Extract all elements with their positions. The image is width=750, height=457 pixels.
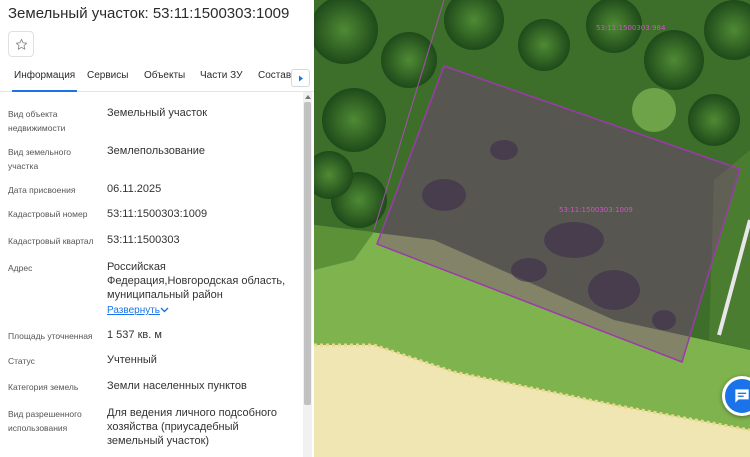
cadastral-number-label: Кадастровый номер (8, 209, 88, 219)
parcel-label: 53:11:1500303:1009 (559, 206, 633, 214)
status-label: Статус (8, 356, 35, 366)
tab-bar: Информация Сервисы Объекты Части ЗУ Сост… (0, 64, 314, 92)
area-value: 1 537 кв. м (107, 329, 162, 341)
neighbor-parcel-label: 53:11:1500303:984 (596, 24, 666, 32)
page-title: Земельный участок: 53:11:1500303:1009 (8, 5, 290, 22)
permitted-use-label: Вид разрешенного использования (8, 409, 82, 433)
assign-date-value: 06.11.2025 (107, 183, 162, 195)
caret-right-icon (298, 75, 303, 81)
category-value: Земли населенных пунктов (107, 380, 247, 392)
cadastral-block-label: Кадастровый квартал (8, 236, 94, 246)
category-label: Категория земель (8, 382, 79, 392)
object-type-value: Земельный участок (107, 107, 208, 119)
tab-composition[interactable]: Состав (258, 70, 291, 81)
land-type-value: Землепользование (107, 145, 206, 157)
assign-date-label: Дата присвоения (8, 185, 76, 195)
tab-info[interactable]: Информация (11, 70, 78, 92)
permitted-use-value: Для ведения личного подсобного хозяйства… (107, 407, 278, 447)
scroll-up-button[interactable] (303, 92, 312, 101)
chevron-down-icon[interactable] (160, 307, 169, 313)
address-expand-link[interactable]: Развернуть (107, 305, 160, 316)
info-panel: Земельный участок: 53:11:1500303:1009 Ин… (0, 0, 314, 457)
scrollbar-thumb[interactable] (304, 102, 311, 405)
star-outline-icon (15, 38, 27, 50)
caret-up-icon (304, 94, 311, 99)
land-type-label: Вид земельного участка (8, 147, 72, 171)
tab-objects[interactable]: Объекты (144, 70, 185, 81)
satellite-map[interactable]: 53:11:1500303:1009 53:11:1500303:984 (314, 0, 750, 457)
cadastral-number-value: 53:11:1500303:1009 (107, 208, 208, 220)
tab-parcel-parts[interactable]: Части ЗУ (200, 70, 242, 81)
cadastral-block-value: 53:11:1500303 (107, 234, 180, 246)
area-label: Площадь уточненная (8, 331, 93, 341)
tabs-scroll-right-button[interactable] (291, 69, 310, 87)
map-canvas: 53:11:1500303:1009 53:11:1500303:984 (314, 0, 750, 457)
address-label: Адрес (8, 263, 33, 273)
favorite-button[interactable] (8, 31, 34, 57)
object-type-label: Вид объекта недвижимости (8, 109, 66, 133)
chat-icon (735, 389, 749, 403)
tab-services[interactable]: Сервисы (87, 70, 128, 81)
address-value: Российская Федерация,Новгородская област… (107, 261, 286, 301)
status-value: Учтенный (107, 354, 157, 366)
